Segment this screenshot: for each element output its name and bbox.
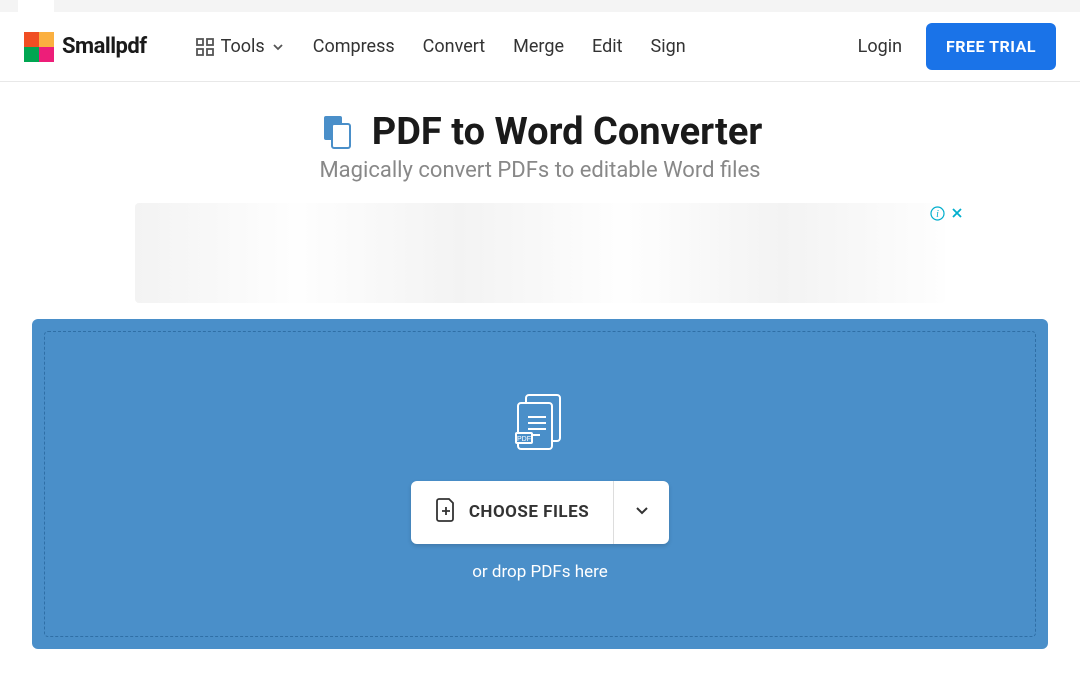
pdf-to-word-icon [318, 112, 358, 152]
nav-item-merge[interactable]: Merge [513, 36, 564, 57]
ad-close-icon[interactable] [949, 205, 965, 221]
free-trial-button[interactable]: FREE TRIAL [926, 23, 1056, 70]
file-plus-icon [435, 497, 457, 528]
page-title: PDF to Word Converter [372, 110, 763, 154]
header-actions: Login FREE TRIAL [858, 23, 1056, 70]
chevron-down-icon [271, 40, 285, 54]
ad-placeholder: i [135, 203, 945, 303]
choose-files-more-button[interactable] [613, 481, 669, 544]
nav-item-sign[interactable]: Sign [651, 36, 686, 57]
page-subtitle: Magically convert PDFs to editable Word … [0, 158, 1080, 183]
browser-top-strip [0, 0, 1080, 12]
ad-info-icon[interactable]: i [929, 205, 945, 221]
nav-tools-label: Tools [221, 36, 265, 57]
page-hero: PDF to Word Converter Magically convert … [0, 82, 1080, 183]
nav-tools-dropdown[interactable]: Tools [195, 36, 285, 57]
login-link[interactable]: Login [858, 36, 902, 57]
browser-tab-active [18, 0, 54, 12]
primary-nav: Tools Compress Convert Merge Edit Sign [195, 36, 858, 57]
logo-mark-icon [24, 32, 54, 62]
brand-name: Smallpdf [62, 34, 147, 59]
svg-text:i: i [936, 209, 939, 220]
brand-logo[interactable]: Smallpdf [24, 32, 147, 62]
site-header: Smallpdf Tools Compress Convert Merge Ed… [0, 12, 1080, 82]
choose-files-button[interactable]: CHOOSE FILES [411, 481, 613, 544]
drop-hint-text: or drop PDFs here [472, 562, 608, 582]
svg-text:PDF: PDF [517, 436, 531, 443]
choose-files-group: CHOOSE FILES [411, 481, 669, 544]
dropzone-inner: PDF CHOOSE FILES [44, 331, 1036, 637]
nav-item-compress[interactable]: Compress [313, 36, 395, 57]
file-dropzone[interactable]: PDF CHOOSE FILES [32, 319, 1048, 649]
grid-icon [195, 37, 215, 57]
nav-item-edit[interactable]: Edit [592, 36, 622, 57]
choose-files-label: CHOOSE FILES [469, 502, 589, 522]
pdf-stack-icon: PDF [504, 387, 576, 463]
nav-item-convert[interactable]: Convert [423, 36, 486, 57]
chevron-down-icon [633, 501, 651, 523]
